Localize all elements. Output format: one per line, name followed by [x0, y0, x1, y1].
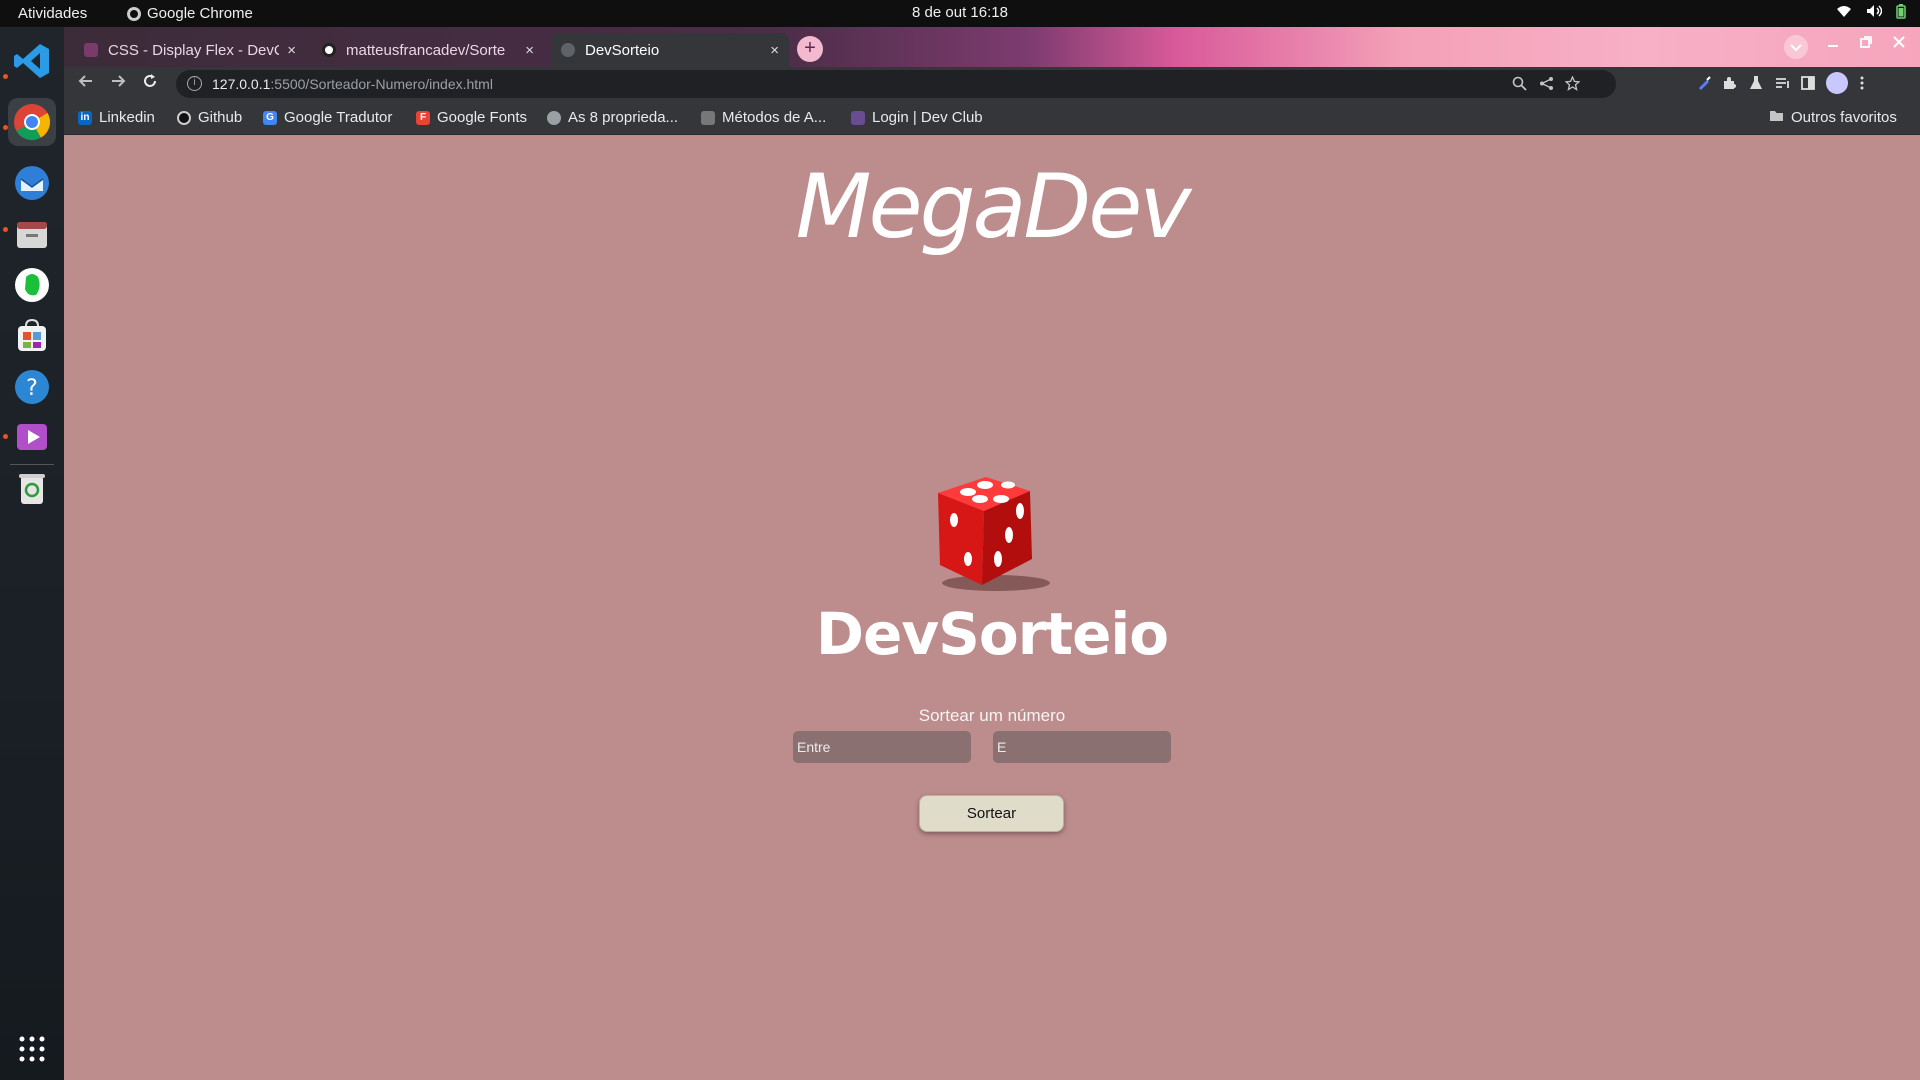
bookmark-label: Linkedin [99, 109, 155, 126]
menu-kebab-icon[interactable] [1854, 75, 1870, 91]
page-title: DevSorteio [815, 600, 1169, 668]
bookmark-label: As 8 proprieda... [568, 109, 679, 126]
bookmark-label: Google Tradutor [284, 109, 393, 126]
video-player-icon[interactable] [8, 413, 56, 461]
share-icon[interactable] [1539, 76, 1554, 95]
bookmark-label: Google Fonts [437, 109, 528, 126]
bookmark-label: Login | Dev Club [872, 109, 983, 126]
evernote-icon[interactable] [8, 261, 56, 309]
trash-icon[interactable] [8, 464, 56, 512]
doc-icon [701, 110, 715, 125]
show-apps-icon[interactable] [8, 1025, 56, 1073]
sortear-button[interactable]: Sortear [919, 795, 1064, 832]
bookmark-label: Outros favoritos [1791, 109, 1897, 126]
help-icon[interactable]: ? [8, 363, 56, 411]
close-tab-icon[interactable]: × [770, 42, 779, 59]
reading-list-icon[interactable] [1774, 75, 1790, 91]
globe-favicon-icon [561, 43, 575, 57]
translate-icon: G [263, 110, 277, 125]
volume-icon [1866, 4, 1883, 22]
wifi-icon [1836, 4, 1852, 22]
bookmark-label: Github [198, 109, 243, 126]
browser-toolbar: i 127.0.0.1:5500/Sorteador-Numero/index.… [64, 67, 1920, 101]
tab-strip: CSS - Display Flex - DevCl × matteusfran… [64, 27, 1920, 67]
back-button[interactable] [74, 72, 98, 95]
min-number-input[interactable] [793, 731, 971, 763]
side-panel-icon[interactable] [1800, 75, 1816, 91]
labs-flask-icon[interactable] [1748, 75, 1764, 91]
bookmark-label: Métodos de A... [722, 109, 827, 126]
bookmark-other-favorites[interactable]: Outros favoritos [1769, 109, 1897, 126]
close-tab-icon[interactable]: × [287, 42, 296, 59]
bookmark-login-dev-club[interactable]: Login | Dev Club [851, 109, 983, 126]
dice-icon [938, 477, 1050, 591]
bookmark-star-icon[interactable] [1564, 75, 1581, 95]
close-window-button[interactable] [1892, 35, 1906, 54]
forward-button[interactable] [106, 72, 130, 95]
tab-devsorteio[interactable]: DevSorteio × [551, 33, 789, 67]
address-bar[interactable]: i 127.0.0.1:5500/Sorteador-Numero/index.… [176, 70, 1616, 98]
profile-avatar[interactable] [1826, 72, 1848, 94]
software-store-icon[interactable] [8, 312, 56, 360]
zoom-icon[interactable] [1512, 76, 1527, 95]
bookmark-as-8-propriedades[interactable]: As 8 proprieda... [547, 109, 678, 126]
max-number-input[interactable] [993, 731, 1171, 763]
reload-button[interactable] [138, 72, 162, 95]
minimize-button[interactable] [1826, 35, 1840, 54]
bookmarks-bar: in Linkedin Github G Google Tradutor F G… [64, 101, 1920, 135]
tab-title: matteusfrancadev/Sorte [346, 41, 506, 59]
devclub-icon [851, 110, 865, 125]
tab-github[interactable]: matteusfrancadev/Sorte × [312, 33, 544, 67]
github-icon [177, 110, 191, 125]
battery-icon [1896, 4, 1906, 22]
dock: ? [0, 27, 64, 1080]
files-icon[interactable] [8, 210, 56, 258]
fonts-icon: F [416, 110, 430, 125]
eyedropper-extension-icon[interactable] [1696, 75, 1712, 91]
devclub-favicon-icon [84, 43, 98, 57]
bookmark-github[interactable]: Github [177, 109, 242, 126]
bookmark-metodos[interactable]: Métodos de A... [701, 109, 826, 126]
github-favicon-icon [322, 43, 336, 57]
close-tab-icon[interactable]: × [525, 42, 534, 59]
linkedin-icon: in [78, 110, 92, 125]
bookmark-google-fonts[interactable]: F Google Fonts [416, 109, 527, 126]
thunderbird-icon[interactable] [8, 159, 56, 207]
system-top-bar: Atividades Google Chrome 8 de out 16:18 [0, 0, 1920, 27]
page-subtitle: Sortear um número [918, 706, 1066, 725]
new-tab-button[interactable]: + [797, 36, 823, 62]
svg-text:?: ? [26, 376, 38, 401]
tab-title: DevSorteio [585, 41, 660, 59]
page-content: MegaDev DevSorteio Sortear um número Sor… [64, 135, 1920, 1080]
vscode-icon[interactable] [8, 37, 56, 85]
site-info-icon[interactable]: i [187, 76, 202, 91]
bookmark-linkedin[interactable]: in Linkedin [78, 109, 155, 126]
brand-logo-text: MegaDev [795, 155, 1192, 258]
folder-icon [1769, 109, 1784, 126]
clock[interactable]: 8 de out 16:18 [0, 4, 1920, 21]
tab-css-display-flex[interactable]: CSS - Display Flex - DevCl × [74, 33, 306, 67]
tab-title: CSS - Display Flex - DevCl [108, 41, 280, 59]
bookmark-google-tradutor[interactable]: G Google Tradutor [263, 109, 392, 126]
globe-icon [547, 110, 561, 125]
extensions-icon[interactable] [1722, 75, 1738, 91]
system-tray[interactable] [1836, 4, 1906, 22]
tab-search-button[interactable] [1784, 35, 1808, 59]
url-text[interactable]: 127.0.0.1:5500/Sorteador-Numero/index.ht… [212, 76, 493, 92]
restore-button[interactable] [1859, 35, 1873, 54]
chrome-icon[interactable] [8, 98, 56, 146]
